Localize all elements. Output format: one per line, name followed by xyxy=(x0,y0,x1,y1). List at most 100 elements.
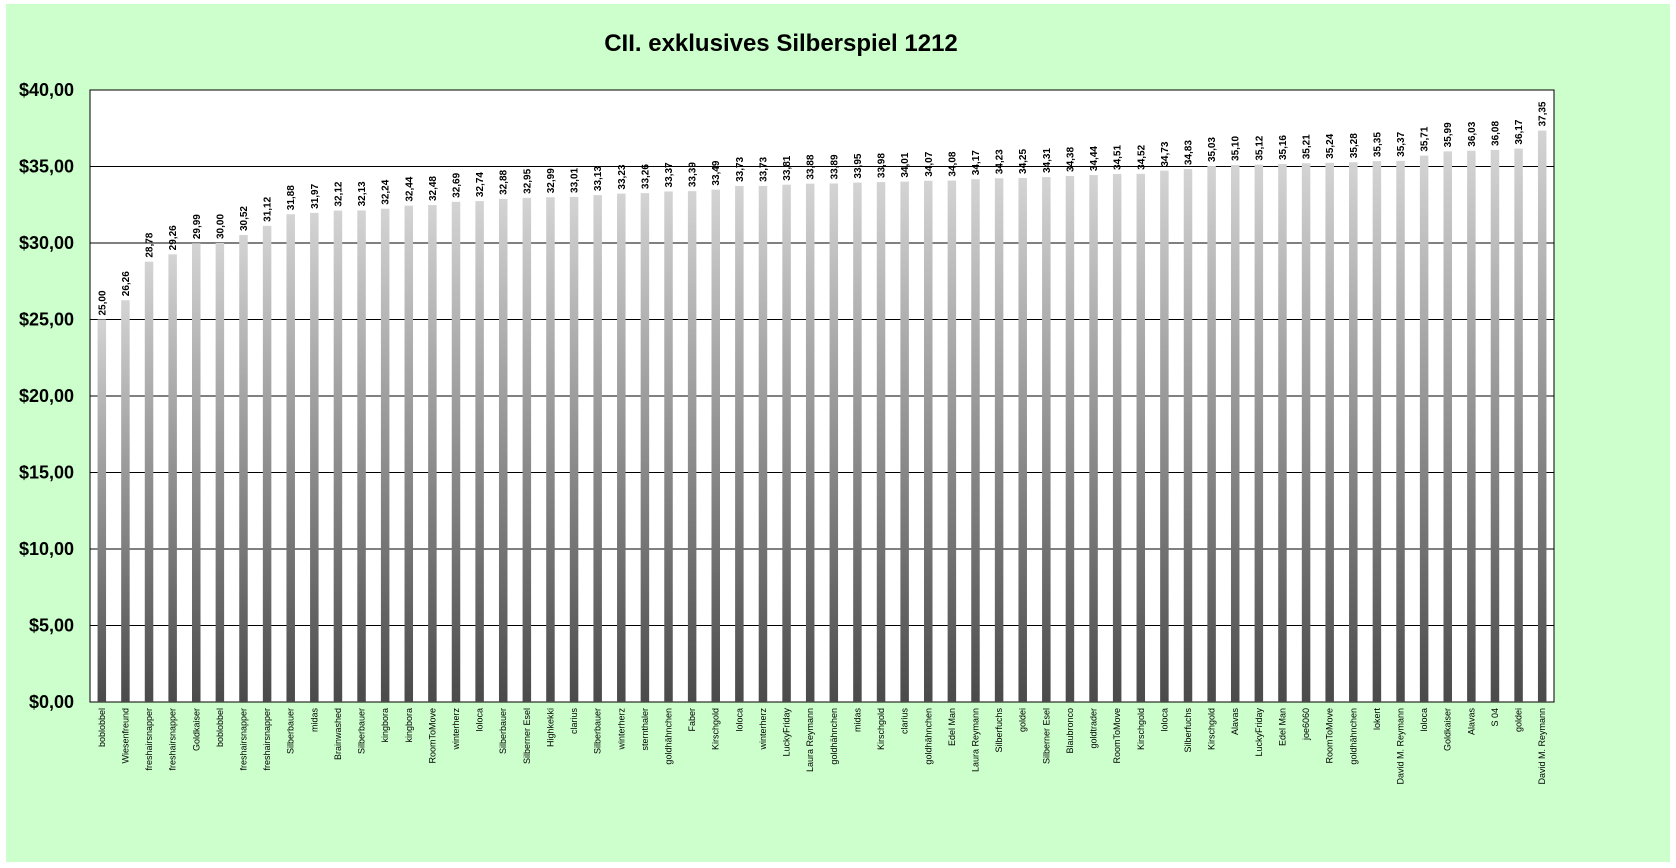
data-label: 35,71 xyxy=(1420,126,1431,151)
data-label: 31,12 xyxy=(263,196,274,221)
y-tick-label: $20,00 xyxy=(19,386,74,406)
x-tick-label: Highkekki xyxy=(545,708,555,747)
data-label: 29,99 xyxy=(192,214,203,239)
x-tick-label: midas xyxy=(309,708,319,733)
bar xyxy=(1160,170,1169,703)
data-label: 29,26 xyxy=(168,225,179,250)
x-tick-label: Silberner Esel xyxy=(1041,708,1051,764)
bar xyxy=(1537,130,1547,703)
bar xyxy=(782,184,791,702)
data-label: 35,21 xyxy=(1302,134,1313,159)
bar xyxy=(758,185,768,702)
bar xyxy=(451,201,461,702)
bar xyxy=(664,191,673,702)
bar xyxy=(829,183,839,702)
x-tick-label: goldhähnchen xyxy=(1348,708,1358,765)
bar xyxy=(1467,150,1476,703)
chart-title: CII. exklusives Silberspiel 1212 xyxy=(604,30,958,57)
x-tick-label: kingbora xyxy=(380,708,390,743)
bar xyxy=(1490,149,1500,702)
data-label: 34,83 xyxy=(1184,140,1195,165)
data-label: 32,12 xyxy=(333,181,344,206)
bar xyxy=(121,300,130,702)
x-tick-label: Laura Reymann xyxy=(805,708,815,772)
x-tick-label: Brainwashed xyxy=(333,708,343,760)
x-tick-label: goldhähnchen xyxy=(664,708,674,765)
data-label: 32,24 xyxy=(381,179,392,204)
data-label: 34,07 xyxy=(924,151,935,176)
data-label: 26,26 xyxy=(121,271,132,296)
bar xyxy=(853,182,862,702)
x-tick-label: Edel Man xyxy=(947,708,957,746)
x-tick-label: LuckyFriday xyxy=(1254,708,1264,757)
bar xyxy=(333,210,343,702)
bar xyxy=(1136,173,1146,702)
bar xyxy=(310,212,319,702)
bar xyxy=(876,182,886,702)
x-tick-label: S 04 xyxy=(1490,708,1500,727)
y-tick-label: $35,00 xyxy=(19,157,74,177)
data-label: 33,49 xyxy=(711,160,722,185)
data-label: 35,16 xyxy=(1278,135,1289,160)
x-tick-label: Kirschgold xyxy=(1136,708,1146,750)
x-tick-label: clarius xyxy=(569,708,579,735)
x-tick-label: winterherz xyxy=(616,708,626,751)
bar xyxy=(805,183,815,703)
data-label: 34,23 xyxy=(995,149,1006,174)
bar xyxy=(994,178,1004,702)
x-tick-label: RoomToMove xyxy=(1325,708,1335,764)
data-label: 31,88 xyxy=(286,185,297,210)
x-tick-label: freshairsnapper xyxy=(238,708,248,771)
bar xyxy=(971,179,980,703)
bar xyxy=(192,243,201,702)
bar xyxy=(357,210,366,702)
bar xyxy=(687,191,697,702)
y-axis-ticks: $0,00 $5,00 $10,00 $15,00 $20,00 $25,00 $30,00… xyxy=(19,80,74,712)
bar xyxy=(97,319,107,702)
x-tick-label: goldtrader xyxy=(1089,708,1099,749)
data-label: 33,39 xyxy=(688,162,699,187)
data-label: 32,99 xyxy=(546,168,557,193)
data-label: 34,01 xyxy=(900,152,911,177)
x-tick-label: Silberbauer xyxy=(593,708,603,754)
x-tick-label: lokert xyxy=(1372,708,1382,731)
data-label: 34,73 xyxy=(1160,141,1171,166)
x-tick-label: winterherz xyxy=(451,708,461,751)
bar xyxy=(1230,164,1240,703)
bar xyxy=(380,208,390,702)
bar xyxy=(1018,177,1027,703)
x-tick-label: Silberfuchs xyxy=(994,708,1004,753)
y-tick-label: $0,00 xyxy=(29,692,74,712)
x-tick-label: loloca xyxy=(1159,708,1169,732)
data-label: 36,17 xyxy=(1514,119,1525,144)
bar xyxy=(498,198,508,702)
data-label: 35,12 xyxy=(1254,135,1265,160)
bar xyxy=(1396,160,1405,703)
bar xyxy=(522,197,532,703)
data-label: 35,10 xyxy=(1231,136,1242,161)
bar xyxy=(262,225,272,702)
bar xyxy=(239,235,248,702)
x-tick-label: Alavas xyxy=(1466,708,1476,736)
data-label: 34,51 xyxy=(1113,145,1124,170)
x-tick-label: Wiesenfreund xyxy=(120,708,130,764)
bar xyxy=(1207,166,1216,702)
x-tick-label: Silberbauer xyxy=(498,708,508,754)
bar xyxy=(168,254,177,702)
data-label: 36,08 xyxy=(1490,121,1501,146)
x-tick-label: Alavas xyxy=(1230,708,1240,736)
bar xyxy=(144,261,154,702)
data-label: 33,81 xyxy=(782,155,793,180)
bar xyxy=(1443,151,1452,702)
bar xyxy=(617,193,626,702)
data-label: 36,03 xyxy=(1467,121,1478,146)
x-tick-label: Kirschgold xyxy=(711,708,721,750)
bar xyxy=(546,197,555,703)
data-label: 34,17 xyxy=(971,150,982,175)
chart-container: CII. exklusives Silberspiel 1212 $0,00 $5… xyxy=(6,4,1670,862)
x-tick-label: winterherz xyxy=(758,708,768,751)
data-label: 33,98 xyxy=(877,153,888,178)
y-tick-label: $5,00 xyxy=(29,616,74,636)
x-tick-label: boblobbel xyxy=(215,708,225,747)
data-label: 31,97 xyxy=(310,183,321,208)
